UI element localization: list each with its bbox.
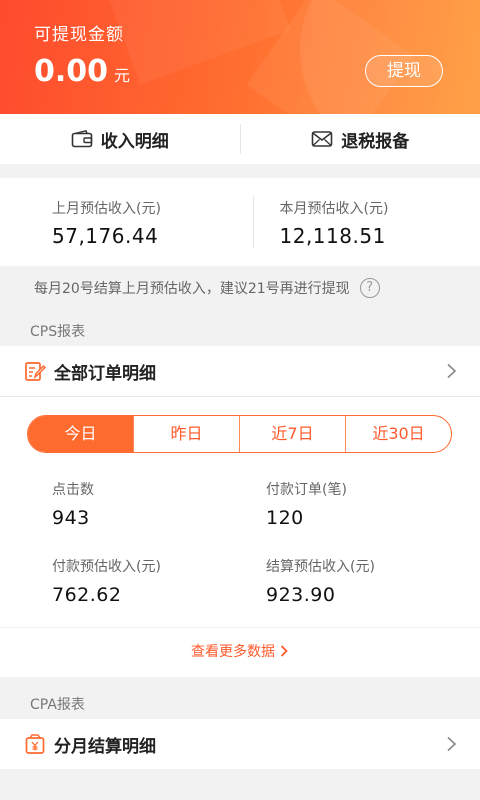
this-month-value: 12,118.51 — [279, 224, 386, 248]
stat-label: 点击数 — [52, 482, 94, 498]
balance-header: 可提现金额 0.00 元 提现 — [0, 0, 480, 114]
cps-section-label: CPS报表 — [30, 324, 86, 340]
tax-report-button[interactable]: 退税报备 — [241, 114, 480, 164]
wallet-icon — [71, 130, 93, 148]
amount-unit: 元 — [114, 66, 131, 85]
date-range-tabs: 今日 昨日 近7日 近30日 — [27, 415, 452, 453]
all-orders-detail-row[interactable]: 全部订单明细 — [0, 346, 480, 396]
cps-report-panel: 今日 昨日 近7日 近30日 点击数 943 付款订单(笔) 120 付款预估收… — [0, 397, 480, 677]
help-icon[interactable]: ? — [359, 278, 380, 298]
tab-last-30-days[interactable]: 近30日 — [345, 416, 451, 452]
stat-paid-orders: 付款订单(笔) 120 — [266, 479, 347, 529]
this-month-estimate: 本月预估收入(元) 12,118.51 — [254, 178, 480, 266]
stat-clicks: 点击数 943 — [52, 479, 94, 529]
stat-value: 943 — [52, 507, 90, 529]
action-bar: 收入明细 退税报备 — [0, 114, 480, 164]
monthly-settlement-detail-row[interactable]: 分月结算明细 — [0, 719, 480, 769]
chevron-right-icon — [447, 363, 457, 379]
withdraw-button[interactable]: 提现 — [365, 55, 443, 87]
income-detail-label: 收入明细 — [100, 131, 169, 152]
withdrawable-amount: 0.00 元 — [34, 54, 130, 89]
stat-value: 923.90 — [266, 584, 336, 606]
tab-yesterday[interactable]: 昨日 — [133, 416, 239, 452]
view-more-label: 查看更多数据 — [191, 644, 275, 660]
stat-label: 付款预估收入(元) — [52, 559, 161, 575]
monthly-settlement-detail-label: 分月结算明细 — [54, 736, 156, 757]
stat-value: 762.62 — [52, 584, 122, 606]
envelope-icon — [311, 131, 333, 147]
tab-last-7-days[interactable]: 近7日 — [239, 416, 345, 452]
divider — [0, 627, 480, 628]
tab-today[interactable]: 今日 — [28, 416, 133, 452]
view-more-data-link[interactable]: 查看更多数据 — [0, 641, 480, 661]
chevron-right-icon — [447, 736, 457, 752]
estimated-income-card: 上月预估收入(元) 57,176.44 本月预估收入(元) 12,118.51 — [0, 178, 480, 266]
stat-paid-estimated-income: 付款预估收入(元) 762.62 — [52, 556, 161, 606]
stat-label: 结算预估收入(元) — [266, 559, 375, 575]
stat-value: 120 — [266, 507, 304, 529]
notice-text: 每月20号结算上月预估收入，建议21号再进行提现 — [34, 281, 350, 297]
amount-value: 0.00 — [34, 54, 109, 89]
income-detail-button[interactable]: 收入明细 — [0, 114, 240, 164]
settlement-notice: 每月20号结算上月预估收入，建议21号再进行提现 ? — [0, 266, 480, 310]
last-month-value: 57,176.44 — [52, 224, 159, 248]
cpa-section-label: CPA报表 — [30, 697, 85, 713]
chevron-right-icon — [280, 645, 288, 657]
tax-report-label: 退税报备 — [341, 131, 410, 152]
stat-settled-estimated-income: 结算预估收入(元) 923.90 — [266, 556, 375, 606]
last-month-estimate: 上月预估收入(元) 57,176.44 — [0, 178, 253, 266]
stat-label: 付款订单(笔) — [266, 482, 347, 498]
all-orders-detail-label: 全部订单明细 — [54, 363, 156, 384]
money-bag-icon — [25, 734, 45, 754]
this-month-label: 本月预估收入(元) — [279, 201, 389, 217]
last-month-label: 上月预估收入(元) — [52, 201, 161, 217]
edit-document-icon — [25, 362, 46, 381]
withdrawable-label: 可提现金额 — [34, 25, 124, 45]
